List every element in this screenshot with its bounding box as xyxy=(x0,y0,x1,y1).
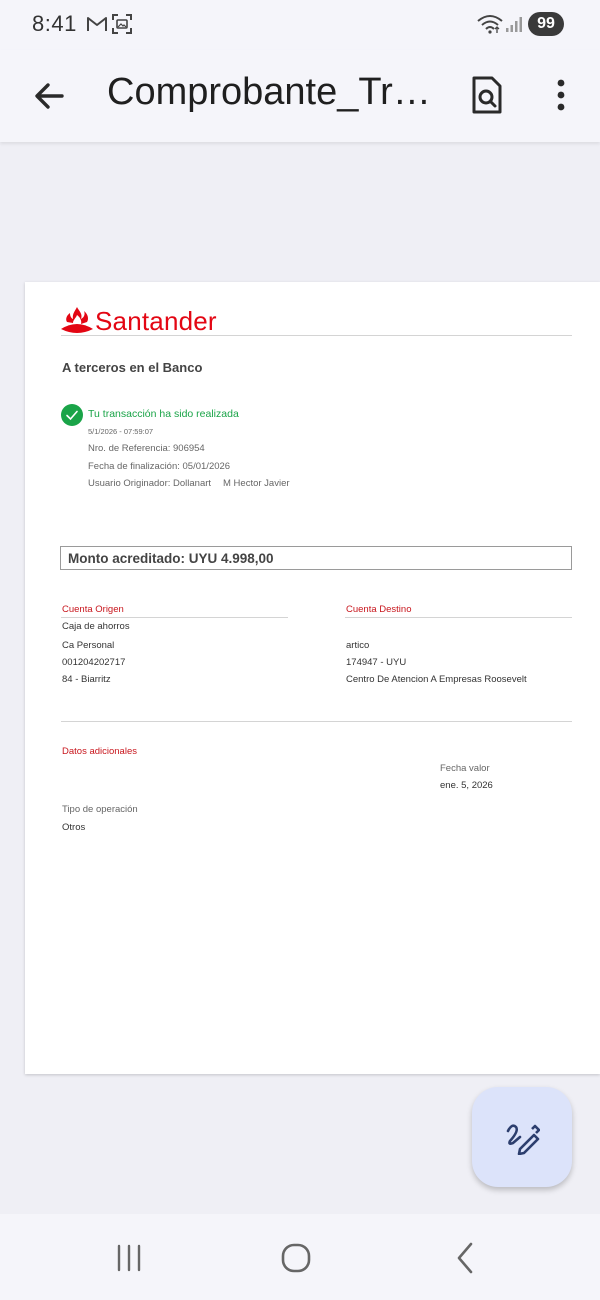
status-bar: 8:41 99 xyxy=(0,0,600,50)
signal-icon xyxy=(506,17,522,32)
destination-branch: Centro De Atencion A Empresas Roosevelt xyxy=(346,674,527,685)
pdf-page: Santander A terceros en el Banco Tu tran… xyxy=(25,282,600,1074)
destination-divider xyxy=(345,617,572,618)
santander-logo: Santander xyxy=(61,304,241,338)
amount-label: Monto acreditado: xyxy=(68,551,185,566)
success-check-icon xyxy=(61,404,83,426)
amount-box: Monto acreditado: UYU 4.998,00 xyxy=(60,546,572,570)
destination-account-number: 174947 - UYU xyxy=(346,657,407,668)
back-arrow-icon[interactable] xyxy=(28,74,72,118)
wifi-icon xyxy=(477,15,503,34)
success-message: Tu transacción ha sido realizada xyxy=(88,408,239,420)
originator-user: Usuario Originador: Dollanart xyxy=(88,478,212,489)
origin-account-type: Caja de ahorros xyxy=(62,621,130,632)
origin-account-name: Ca Personal xyxy=(62,640,115,651)
document-title: Comprobante_Transferencia xyxy=(107,71,437,113)
system-navigation-bar xyxy=(0,1214,600,1300)
recent-apps-icon[interactable] xyxy=(107,1236,151,1280)
more-vertical-icon[interactable] xyxy=(544,74,578,118)
finalization-date: Fecha de finalización: 05/01/2026 xyxy=(88,461,231,472)
additional-data-label: Datos adicionales xyxy=(62,746,137,757)
santander-flame-icon xyxy=(61,307,93,333)
transaction-timestamp: 5/1/2026 - 07:59:07 xyxy=(88,427,154,436)
operation-type-label: Tipo de operación xyxy=(62,804,138,815)
origin-branch: 84 - Biarritz xyxy=(62,674,111,685)
battery-indicator: 99 xyxy=(528,12,564,36)
bank-name: Santander xyxy=(95,306,217,336)
destination-account-label: Cuenta Destino xyxy=(346,604,412,615)
origin-account-number: 001204202717 xyxy=(62,657,126,668)
amount-credited: Monto acreditado: UYU 4.998,00 xyxy=(68,551,274,566)
amount-value: UYU 4.998,00 xyxy=(188,551,274,566)
back-icon[interactable] xyxy=(443,1236,487,1280)
originator-name: M Hector Javier xyxy=(223,478,290,489)
origin-account-label: Cuenta Origen xyxy=(62,604,124,615)
sign-document-button[interactable] xyxy=(472,1087,572,1187)
screenshot-icon xyxy=(112,14,132,34)
section-divider xyxy=(61,721,572,722)
document-search-icon[interactable] xyxy=(466,74,508,116)
transfer-type: A terceros en el Banco xyxy=(62,360,203,375)
status-time: 8:41 xyxy=(32,11,77,36)
value-date-label: Fecha valor xyxy=(440,763,490,774)
value-date: ene. 5, 2026 xyxy=(440,780,493,791)
reference-number: Nro. de Referencia: 906954 xyxy=(88,443,205,454)
app-bar: Comprobante_Transferencia xyxy=(0,50,600,142)
header-divider xyxy=(61,335,572,336)
destination-account-name: artico xyxy=(346,640,370,651)
edit-sign-icon xyxy=(506,1124,540,1155)
gmail-icon xyxy=(87,17,107,31)
operation-type: Otros xyxy=(62,822,86,833)
origin-divider xyxy=(61,617,288,618)
home-icon[interactable] xyxy=(274,1236,318,1280)
